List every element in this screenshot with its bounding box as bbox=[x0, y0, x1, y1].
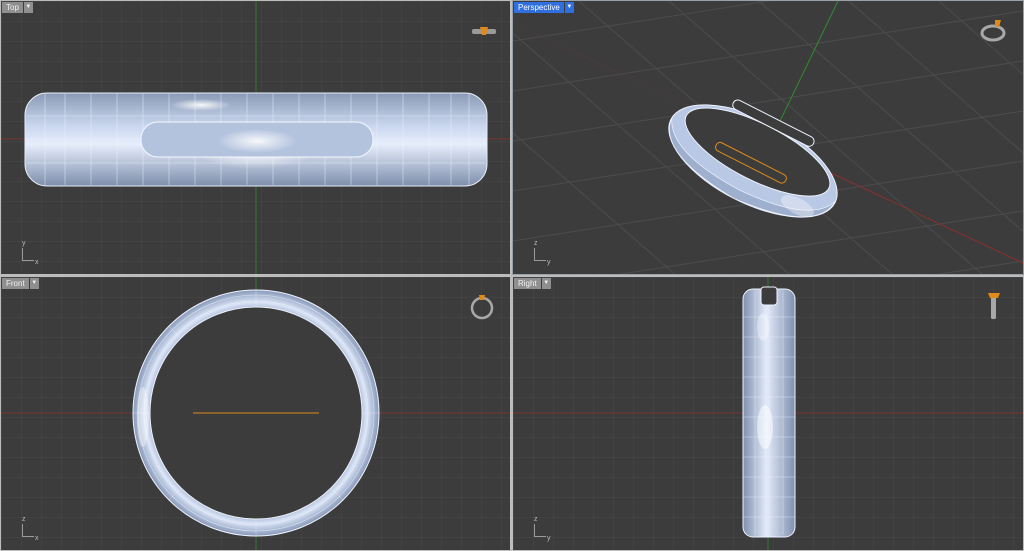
viewport-right[interactable]: Right ▼ z y bbox=[513, 277, 1023, 550]
ring-right-shape[interactable] bbox=[742, 286, 796, 538]
axis-gizmo-right: z y bbox=[534, 516, 551, 542]
viewport-title-front[interactable]: Front ▼ bbox=[2, 278, 39, 289]
ring-perspective-shape[interactable] bbox=[652, 76, 857, 240]
viewport-title-top[interactable]: Top ▼ bbox=[2, 2, 33, 13]
viewport-title-label[interactable]: Perspective bbox=[514, 2, 564, 13]
viewport-title-perspective[interactable]: Perspective ▼ bbox=[514, 2, 574, 13]
viewport-title-right[interactable]: Right ▼ bbox=[514, 278, 551, 289]
viewport-top[interactable]: Top ▼ y x bbox=[1, 1, 510, 274]
axis-gizmo-front: z x bbox=[22, 516, 39, 542]
perspective-scene bbox=[513, 1, 1023, 274]
viewport-front[interactable]: Front ▼ z x bbox=[1, 277, 510, 550]
chevron-down-icon[interactable]: ▼ bbox=[23, 2, 33, 13]
ring-front-shape[interactable] bbox=[132, 289, 380, 537]
chevron-down-icon[interactable]: ▼ bbox=[29, 278, 39, 289]
chevron-down-icon[interactable]: ▼ bbox=[564, 2, 574, 13]
right-scene bbox=[513, 277, 1023, 550]
viewport-perspective[interactable]: Perspective ▼ z y bbox=[512, 0, 1024, 275]
top-scene bbox=[1, 1, 510, 274]
chevron-down-icon[interactable]: ▼ bbox=[541, 278, 551, 289]
viewport-layout: Top ▼ y x Perspective ▼ z y Front ▼ z x … bbox=[0, 0, 1024, 551]
axis-gizmo-perspective: z y bbox=[534, 240, 551, 266]
ring-front-view-icon[interactable] bbox=[469, 291, 495, 321]
ring-top-shape[interactable] bbox=[24, 92, 488, 187]
ring-perspective-icon[interactable] bbox=[979, 17, 1007, 43]
ring-side-view-icon[interactable] bbox=[987, 291, 1001, 321]
ring-top-view-icon[interactable] bbox=[471, 23, 497, 41]
front-scene bbox=[1, 277, 510, 550]
axis-gizmo-top: y x bbox=[22, 240, 39, 266]
viewport-title-label[interactable]: Front bbox=[2, 278, 29, 289]
viewport-title-label[interactable]: Right bbox=[514, 278, 541, 289]
viewport-title-label[interactable]: Top bbox=[2, 2, 23, 13]
